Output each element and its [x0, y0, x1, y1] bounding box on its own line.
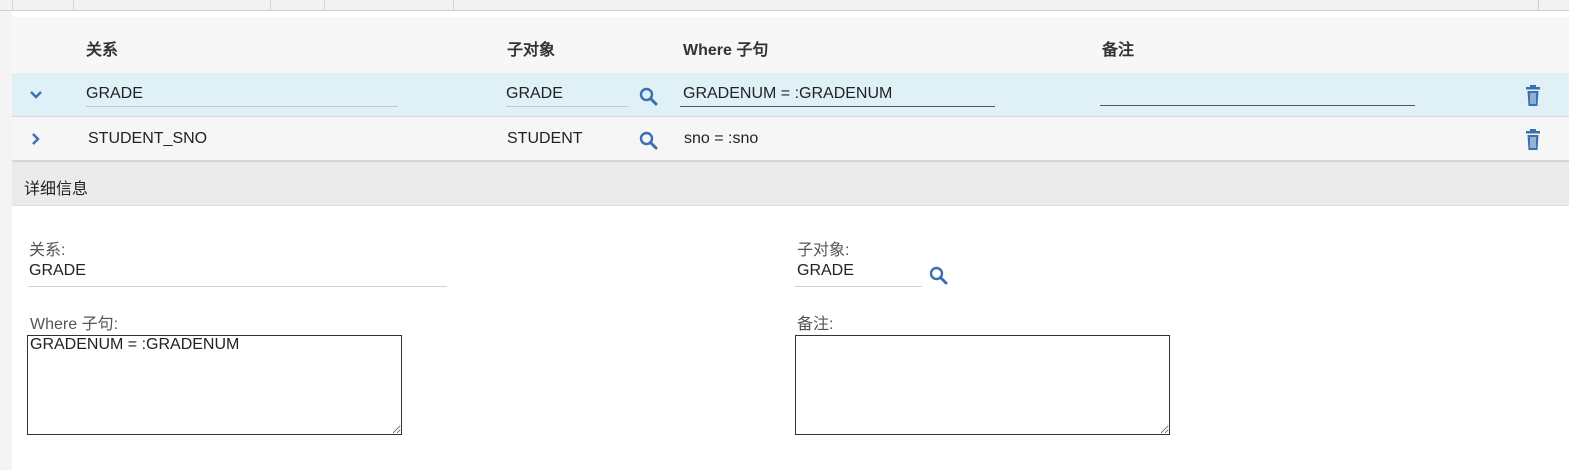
- table-row[interactable]: STUDENT_SNO STUDENT sno = :sno: [12, 117, 1569, 161]
- header-where-clause[interactable]: Where 子句: [683, 36, 768, 60]
- details-section-header[interactable]: 详细信息: [12, 161, 1569, 206]
- note-field[interactable]: [1100, 85, 1415, 106]
- where-clause-field[interactable]: sno = :sno: [684, 130, 758, 148]
- relation-input[interactable]: GRADE: [29, 262, 86, 280]
- where-clause-label: Where 子句:: [30, 316, 119, 333]
- where-clause-textarea[interactable]: GRADENUM = :GRADENUM: [27, 335, 402, 435]
- search-icon[interactable]: [638, 130, 660, 152]
- where-clause-field[interactable]: GRADENUM = :GRADENUM: [680, 85, 995, 107]
- relation-input-underline: [28, 286, 447, 287]
- left-gutter: [0, 11, 12, 470]
- relation-field[interactable]: STUDENT_SNO: [88, 130, 207, 148]
- header-relation[interactable]: 关系: [86, 36, 118, 60]
- child-object-label: 子对象:: [797, 242, 850, 259]
- header-note[interactable]: 备注: [1102, 36, 1134, 60]
- child-object-field[interactable]: GRADE: [506, 85, 628, 107]
- header-child-object[interactable]: 子对象: [507, 36, 555, 60]
- relations-table: 关系 子对象 Where 子句 备注 GRADE GRADE GRADENUM …: [12, 17, 1569, 161]
- toolbar-divider: [324, 0, 325, 11]
- child-object-input[interactable]: GRADE: [797, 262, 854, 280]
- toolbar-divider: [453, 0, 454, 11]
- child-object-field[interactable]: STUDENT: [507, 130, 583, 148]
- toolbar-divider: [12, 0, 13, 11]
- table-header: 关系 子对象 Where 子句 备注: [12, 17, 1569, 73]
- note-textarea[interactable]: [795, 335, 1170, 435]
- trash-icon[interactable]: [1524, 129, 1546, 151]
- relation-label: 关系:: [29, 242, 66, 259]
- child-object-input-underline: [795, 286, 922, 287]
- toolbar-divider: [1538, 0, 1539, 11]
- chevron-down-icon[interactable]: [28, 87, 44, 103]
- chevron-right-icon[interactable]: [28, 131, 44, 147]
- search-icon[interactable]: [928, 265, 950, 287]
- details-title: 详细信息: [24, 181, 89, 198]
- search-icon[interactable]: [638, 86, 660, 108]
- relation-field[interactable]: GRADE: [86, 85, 398, 107]
- trash-icon[interactable]: [1524, 85, 1546, 107]
- top-toolbar-strip: [0, 0, 1569, 11]
- note-label: 备注:: [797, 316, 834, 333]
- table-row[interactable]: GRADE GRADE GRADENUM = :GRADENUM: [12, 73, 1569, 117]
- toolbar-divider: [73, 0, 74, 11]
- toolbar-divider: [270, 0, 271, 11]
